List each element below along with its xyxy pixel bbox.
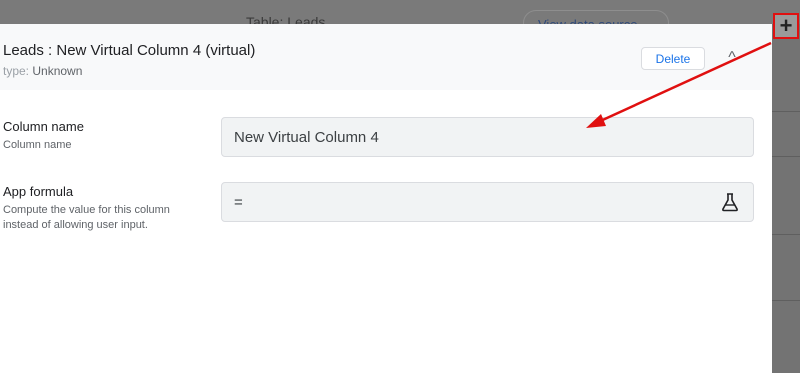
collapse-icon[interactable]: ^ (722, 48, 742, 68)
column-name-description: Column name (3, 139, 72, 151)
column-type-value: Unknown (32, 64, 83, 78)
column-type: type: Unknown (3, 64, 82, 78)
add-column-button[interactable]: + (773, 13, 799, 39)
background-row-divider (772, 300, 800, 301)
flask-icon[interactable] (721, 192, 739, 212)
background-right-strip (772, 24, 800, 373)
background-row-divider (772, 156, 800, 157)
column-name-label: Column name (3, 119, 84, 134)
column-name-value: New Virtual Column 4 (234, 129, 379, 146)
panel-title: Leads : New Virtual Column 4 (virtual) (3, 42, 256, 59)
app-formula-input[interactable]: = (221, 182, 754, 222)
panel-header: Leads : New Virtual Column 4 (virtual) t… (0, 24, 772, 90)
column-editor-panel: Leads : New Virtual Column 4 (virtual) t… (0, 24, 772, 373)
background-topbar: Table: Leads View data source (0, 0, 800, 36)
app-formula-value: = (234, 194, 243, 211)
app-formula-label: App formula (3, 184, 74, 199)
background-row-divider (772, 111, 800, 112)
plus-icon: + (779, 13, 793, 38)
column-type-key: type: (3, 64, 30, 78)
delete-button[interactable]: Delete (641, 47, 705, 70)
app-formula-description: Compute the value for this column instea… (3, 204, 170, 231)
background-row-divider (772, 234, 800, 235)
column-name-input[interactable]: New Virtual Column 4 (221, 117, 754, 157)
